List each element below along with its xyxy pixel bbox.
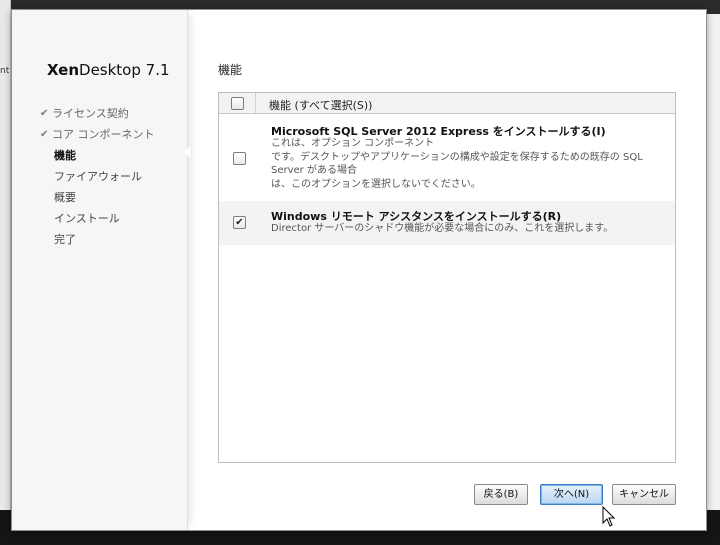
background-window-text: nt — [0, 66, 10, 76]
mouse-pointer-icon — [602, 506, 616, 527]
description-line: Director サーバーのシャドウ機能が必要な場合にのみ、これを選択します。 — [271, 223, 614, 234]
product-title-bold: Xen — [47, 61, 80, 79]
step-license: ✔ ライセンス契約 — [40, 103, 155, 124]
step-firewall: ファイアウォール — [40, 166, 155, 187]
feature-row-sql-server[interactable]: Microsoft SQL Server 2012 Express をインストー… — [219, 115, 675, 193]
sql-server-checkbox[interactable] — [233, 152, 246, 165]
step-core-components: ✔ コア コンポーネント — [40, 124, 155, 145]
feature-description: これは、オプション コンポーネント です。デスクトップやアプリケーションの構成や… — [271, 137, 673, 191]
sidebar: XenDesktop 7.1 ✔ ライセンス契約 ✔ コア コンポーネント 機能 フ… — [12, 10, 188, 530]
section-title: 機能 — [218, 63, 243, 77]
table-header: 機能 (すべて選択(S)) — [219, 93, 675, 114]
step-label: コア コンポーネント — [52, 128, 155, 141]
description-line: は、このオプションを選択しないでください。 — [271, 178, 481, 190]
remote-assistance-checkbox[interactable]: ✔ — [233, 216, 246, 229]
step-label: 完了 — [54, 233, 76, 246]
installer-window: XenDesktop 7.1 ✔ ライセンス契約 ✔ コア コンポーネント 機能 フ… — [12, 10, 706, 530]
description-line: です。デスクトップやアプリケーションの構成や設定を保存するための既存の SQL … — [271, 151, 643, 177]
step-label: ファイアウォール — [54, 170, 142, 183]
product-title: XenDesktop 7.1 — [47, 61, 170, 79]
step-label: インストール — [54, 212, 120, 225]
cancel-button[interactable]: キャンセル — [612, 484, 676, 505]
check-icon: ✔ — [40, 129, 49, 140]
feature-table: 機能 (すべて選択(S)) Microsoft SQL Server 2012 … — [218, 92, 676, 463]
step-list: ✔ ライセンス契約 ✔ コア コンポーネント 機能 ファイアウォール 概要 インスト… — [40, 103, 155, 250]
step-features: 機能 — [40, 145, 155, 166]
check-icon: ✔ — [40, 108, 49, 119]
select-all-label[interactable]: 機能 (すべて選択(S)) — [269, 97, 372, 113]
step-label: 概要 — [54, 191, 76, 204]
current-step-pointer — [184, 146, 190, 158]
background-window-left: nt — [0, 0, 11, 510]
back-button[interactable]: 戻る(B) — [474, 484, 528, 505]
background-window-right — [706, 14, 720, 510]
step-label: ライセンス契約 — [52, 107, 129, 120]
feature-description: Director サーバーのシャドウ機能が必要な場合にのみ、これを選択します。 — [271, 222, 673, 236]
select-all-checkbox[interactable] — [231, 97, 244, 110]
column-divider — [255, 93, 256, 113]
step-summary: 概要 — [40, 187, 155, 208]
step-label: 機能 — [54, 149, 76, 162]
step-install: インストール — [40, 208, 155, 229]
step-finish: 完了 — [40, 229, 155, 250]
feature-row-remote-assistance[interactable]: ✔ Windows リモート アシスタンスをインストールする(R) Direct… — [219, 201, 675, 245]
product-title-rest: Desktop 7.1 — [79, 61, 170, 79]
next-button[interactable]: 次へ(N) — [540, 484, 603, 505]
description-line: これは、オプション コンポーネント — [271, 138, 435, 149]
